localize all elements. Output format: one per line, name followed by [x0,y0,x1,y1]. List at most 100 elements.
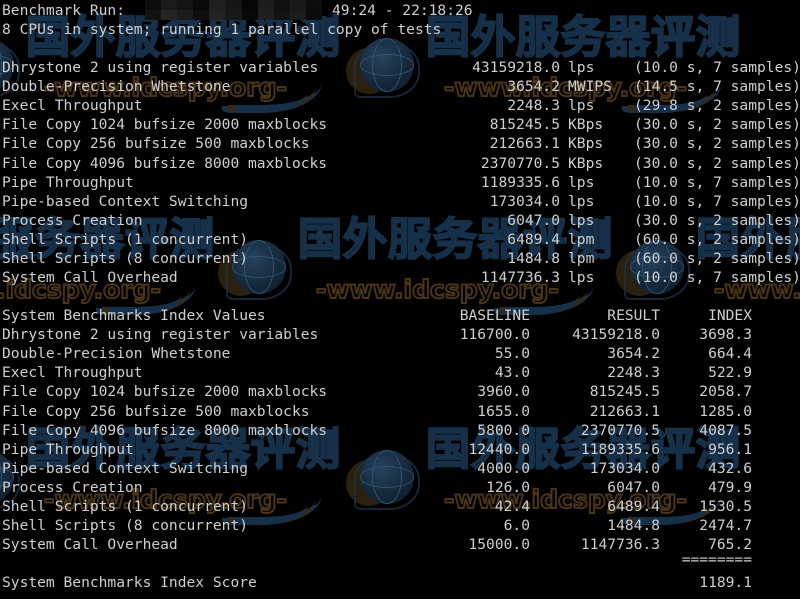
index-row-name: Double-Precision Whetstone [2,345,231,363]
index-row-index: 1530.5 [699,498,752,515]
run-result-name: Pipe Throughput [2,173,134,191]
column-header-index: INDEX [708,307,752,324]
index-table-header: System Benchmarks Index Values BASELINE RE… [2,306,800,325]
run-result-value: 1147736.3 [480,269,560,287]
run-result-row: File Copy 256 bufsize 500 maxblocks 21266… [2,134,800,153]
run-result-row: Execl Throughput 2248.3 lps (29.8 s, 2 samp… [2,96,800,115]
index-row-name: Dhrystone 2 using register variables [2,326,319,344]
index-row-index: 956.1 [708,440,752,458]
run-result-row: File Copy 1024 bufsize 2000 maxblocks 815… [2,115,800,134]
run-result-timing: (29.8 s, 2 samples) [634,97,800,115]
run-result-value: 2370770.5 [480,154,560,172]
run-result-timing: (30.0 s, 2 samples) [634,135,800,153]
run-result-row: Shell Scripts (8 concurrent) 1484.8 lpm (60… [2,249,800,268]
run-result-value: 212663.1 [489,135,560,153]
index-row-index: 432.6 [708,459,752,477]
index-table-row: File Copy 1024 bufsize 2000 maxblocks 396… [2,382,800,401]
run-result-timing: (10.0 s, 7 samples) [634,269,800,287]
index-table-row: Process Creation 126.0 6047.0 479.9 [2,478,800,497]
run-result-timing: (14.5 s, 7 samples) [634,78,800,96]
index-table-row: Shell Scripts (1 concurrent) 42.4 6489.4 15… [2,497,800,516]
run-result-value: 43159218.0 [472,59,560,76]
index-table-row: File Copy 4096 bufsize 8000 maxblocks 580… [2,421,800,440]
run-result-unit: lps [568,59,595,76]
run-result-row: File Copy 4096 bufsize 8000 maxblocks 237… [2,154,800,173]
run-result-value: 1189335.6 [480,173,560,191]
run-result-value: 3654.2 [507,78,560,96]
terminal-window: 国外服务器评测 -www.idcspy.org- 国外服务器评测 -www.id… [0,0,800,599]
run-result-unit: lps [568,211,595,229]
run-result-timing: (30.0 s, 2 samples) [634,154,800,172]
index-row-index: 479.9 [708,478,752,496]
run-result-unit: lps [568,192,595,210]
index-row-index: 3698.3 [699,326,752,344]
run-result-timing: (10.0 s, 7 samples) [634,173,800,191]
run-result-row: Pipe-based Context Switching 173034.0 lps (… [2,192,800,211]
run-result-name: Pipe-based Context Switching [2,192,249,210]
run-result-timing: (60.0 s, 2 samples) [634,250,800,267]
index-table-title: System Benchmarks Index Values [2,307,266,324]
terminal-text: Benchmark Run: 49:24 - 22:18:26 8 CPUs i… [0,0,800,599]
run-result-name: Dhrystone 2 using register variables [2,59,319,76]
index-row-name: File Copy 1024 bufsize 2000 maxblocks [2,383,328,401]
run-result-name: Shell Scripts (1 concurrent) [2,230,249,248]
run-result-name: Process Creation [2,211,143,229]
run-result-unit: lps [568,97,595,115]
run-result-timing: (10.0 s, 7 samples) [634,192,800,210]
run-result-timing: (10.0 s, 7 samples) [634,59,800,76]
index-row-name: Shell Scripts (1 concurrent) [2,498,249,515]
run-result-value: 6489.4 [507,230,560,248]
separator-rule: ======== [681,551,752,569]
run-result-unit: KBps [568,116,604,134]
run-result-unit: MWIPS [568,78,612,96]
run-result-value: 173034.0 [489,192,560,210]
index-row-index: 2058.7 [699,383,752,401]
run-result-unit: KBps [568,154,604,172]
index-row-index: 1285.0 [699,402,752,420]
run-result-row: Double-Precision Whetstone 3654.2 MWIPS (14… [2,77,800,96]
run-result-row: System Call Overhead 1147736.3 lps (10.0 s,… [2,268,800,287]
run-result-name: File Copy 4096 bufsize 8000 maxblocks [2,154,328,172]
run-result-unit: lps [568,173,595,191]
cpu-count-line: 8 CPUs in system; running 1 parallel cop… [2,21,442,38]
index-table-row: Dhrystone 2 using register variables 1167… [2,325,800,344]
run-result-unit: lps [568,269,595,287]
index-score-label: System Benchmarks Index Score [2,574,257,592]
index-row-name: File Copy 256 bufsize 500 maxblocks [2,402,310,420]
index-table-row: Pipe-based Context Switching 4000.0 173034… [2,459,800,478]
run-result-name: File Copy 1024 bufsize 2000 maxblocks [2,116,328,134]
run-result-value: 6047.0 [507,211,560,229]
index-table-row: Shell Scripts (8 concurrent) 6.0 1484.8 247… [2,516,800,535]
index-score-row: System Benchmarks Index Score 1189.1 [2,573,800,592]
index-row-name: Execl Throughput [2,364,143,382]
benchmark-run-time: 49:24 - 22:18:26 [332,2,473,19]
run-result-unit: lpm [568,250,595,267]
index-table-row: Double-Precision Whetstone 55.0 3654.2 664.… [2,344,800,363]
benchmark-run-label: Benchmark Run: [2,2,126,19]
index-row-index: 2474.7 [699,517,752,535]
run-result-name: File Copy 256 bufsize 500 maxblocks [2,135,310,153]
index-row-name: Pipe Throughput [2,440,134,458]
run-result-name: System Call Overhead [2,269,178,287]
index-row-name: Shell Scripts (8 concurrent) [2,517,249,535]
index-table-row: File Copy 256 bufsize 500 maxblocks 1655.… [2,402,800,421]
run-result-name: Double-Precision Whetstone [2,78,231,96]
index-table-row: Execl Throughput 43.0 2248.3 522.9 [2,363,800,382]
index-row-index: 4087.5 [699,421,752,439]
index-score-separator: ======== [2,550,800,569]
index-row-index: 664.4 [708,345,752,363]
run-result-value: 1484.8 [507,250,560,267]
index-row-index: 522.9 [708,364,752,382]
run-result-unit: lpm [568,230,595,248]
index-score-value: 1189.1 [699,574,752,592]
run-result-unit: KBps [568,135,604,153]
run-result-timing: (60.0 s, 2 samples) [634,230,800,248]
run-result-timing: (30.0 s, 2 samples) [634,211,800,229]
index-table-row: Pipe Throughput 12440.0 1189335.6 956.1 [2,440,800,459]
run-result-row: Pipe Throughput 1189335.6 lps (10.0 s, 7 sa… [2,173,800,192]
index-row-name: Pipe-based Context Switching [2,459,249,477]
run-result-row: Dhrystone 2 using register variables 4315… [2,58,800,77]
index-row-name: File Copy 4096 bufsize 8000 maxblocks [2,421,328,439]
run-result-name: Execl Throughput [2,97,143,115]
run-result-name: Shell Scripts (8 concurrent) [2,250,249,267]
